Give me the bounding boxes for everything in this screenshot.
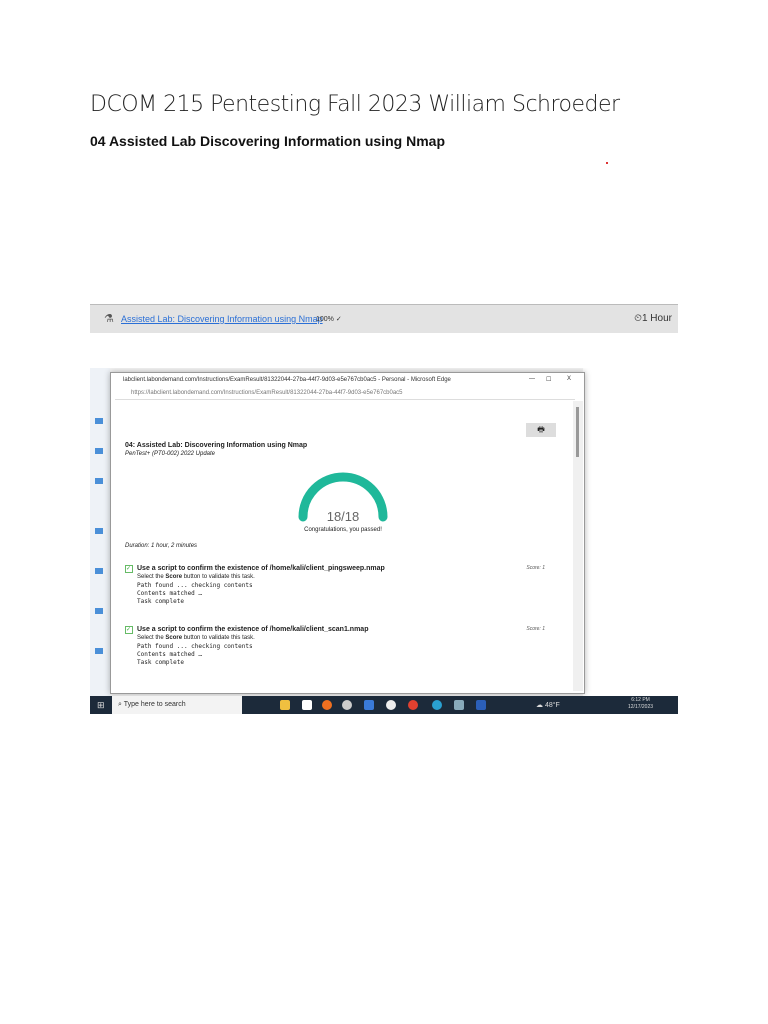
red-dot: [606, 162, 608, 164]
task-output: Path found ... checking contents: [137, 643, 253, 650]
file-explorer-icon[interactable]: [280, 700, 290, 710]
background-window: [583, 368, 678, 696]
print-button[interactable]: 🖶: [526, 423, 556, 437]
task-score: Score: 1: [526, 565, 545, 571]
task-output: Task complete: [137, 598, 184, 605]
duration: Duration: 1 hour, 2 minutes: [125, 543, 198, 549]
task-instruction: Select the Score button to validate this…: [137, 574, 255, 580]
task-output: Contents matched …: [137, 651, 203, 658]
task-title: Use a script to confirm the existence of…: [137, 565, 385, 572]
lab-link[interactable]: Assisted Lab: Discovering Information us…: [121, 314, 323, 324]
taskbar-search[interactable]: ⌕ Type here to search: [112, 696, 242, 714]
task-instruction: Select the Score button to validate this…: [137, 635, 255, 641]
printer-icon: 🖶: [537, 425, 545, 434]
check-icon: ✓: [335, 316, 342, 323]
app-icon[interactable]: [364, 700, 374, 710]
result-title: 04: Assisted Lab: Discovering Informatio…: [125, 442, 308, 449]
task-title: Use a script to confirm the existence of…: [137, 626, 369, 633]
store-icon[interactable]: [302, 700, 312, 710]
virtualbox-icon[interactable]: [454, 700, 464, 710]
settings-icon[interactable]: [342, 700, 352, 710]
checkbox-checked-icon: ✓: [125, 626, 133, 634]
lab-percent: 100% ✓: [316, 316, 342, 323]
score-value: 18/18: [326, 509, 360, 524]
course-name: PenTest+ (PT0-002) 2022 Update: [125, 451, 216, 457]
address-bar[interactable]: https://labclient.labondemand.com/Instru…: [115, 388, 575, 400]
lab-banner: ⚗ Assisted Lab: Discovering Information …: [90, 304, 678, 333]
exam-result-page: 🖶 04: Assisted Lab: Discovering Informat…: [111, 401, 573, 691]
task-score: Score: 1: [526, 626, 545, 632]
document-title: DCOM 215 Pentesting Fall 2023 William Sc…: [90, 92, 620, 117]
window-titlebar: labclient.labondemand.com/Instructions/E…: [111, 373, 584, 387]
firefox-icon[interactable]: [322, 700, 332, 710]
minimize-button[interactable]: —: [529, 376, 535, 382]
window-title: labclient.labondemand.com/Instructions/E…: [123, 377, 451, 383]
flask-icon: ⚗: [104, 313, 114, 325]
weather[interactable]: ☁ 48°F: [536, 701, 560, 709]
taskbar: ⊞ ⌕ Type here to search ☁ 48°F 6:12 PM 12…: [90, 696, 678, 714]
clock[interactable]: 6:12 PM 12/17/2023: [628, 697, 653, 711]
lab-duration: ⏲1 Hour: [634, 313, 672, 324]
search-icon: ⌕: [118, 701, 122, 708]
task-output: Contents matched …: [137, 590, 203, 597]
maximize-button[interactable]: ☐: [546, 376, 551, 383]
scrollbar[interactable]: [573, 401, 583, 691]
document-subtitle: 04 Assisted Lab Discovering Information …: [90, 133, 445, 149]
windows-start-icon[interactable]: ⊞: [97, 700, 105, 711]
pass-message: Congratulations, you passed!: [304, 527, 382, 533]
edge-icon[interactable]: [432, 700, 442, 710]
close-button[interactable]: X: [567, 376, 571, 382]
chrome-icon[interactable]: [408, 700, 418, 710]
task-output: Task complete: [137, 659, 184, 666]
word-icon[interactable]: [476, 700, 486, 710]
checkbox-checked-icon: ✓: [125, 565, 133, 573]
github-icon[interactable]: [386, 700, 396, 710]
edge-window: labclient.labondemand.com/Instructions/E…: [110, 372, 585, 694]
desktop-screenshot: labclient.labondemand.com/Instructions/E…: [90, 368, 678, 714]
explorer-sidebar: [90, 368, 110, 696]
task-output: Path found ... checking contents: [137, 582, 253, 589]
